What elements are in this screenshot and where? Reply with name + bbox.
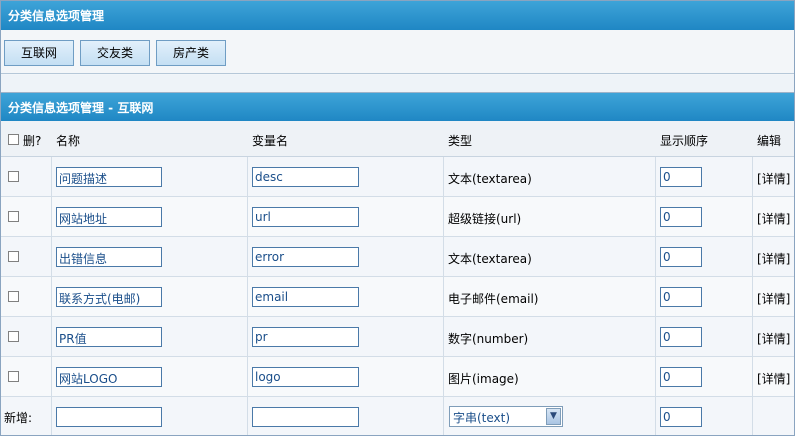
option-var-input[interactable]: logo	[252, 367, 359, 387]
option-order-input[interactable]: 0	[660, 167, 702, 187]
row-delete-checkbox[interactable]	[8, 291, 19, 302]
new-var-input[interactable]	[252, 407, 359, 427]
header-type: 类型	[448, 134, 473, 148]
window-title: 分类信息选项管理	[1, 1, 794, 30]
option-type: 电子邮件(email)	[448, 292, 539, 306]
option-var-input[interactable]: error	[252, 247, 359, 267]
new-name-input[interactable]	[56, 407, 162, 427]
row-delete-checkbox[interactable]	[8, 371, 19, 382]
detail-link[interactable]: [详情]	[757, 170, 790, 187]
tab-dating[interactable]: 交友类	[80, 40, 150, 66]
table-row: PR值 pr 数字(number) 0 [详情]	[1, 317, 794, 357]
detail-link[interactable]: [详情]	[757, 250, 790, 267]
section-title: 分类信息选项管理 - 互联网	[1, 93, 794, 121]
row-delete-checkbox[interactable]	[8, 171, 19, 182]
row-delete-checkbox[interactable]	[8, 251, 19, 262]
option-type: 超级链接(url)	[448, 212, 522, 226]
tab-real-estate[interactable]: 房产类	[156, 40, 226, 66]
table-header: 删? 名称 变量名 类型 显示顺序 编辑	[1, 121, 794, 157]
row-delete-checkbox[interactable]	[8, 331, 19, 342]
header-var-name: 变量名	[252, 134, 289, 148]
table-row: 问题描述 desc 文本(textarea) 0 [详情]	[1, 157, 794, 197]
new-order-input[interactable]: 0	[660, 407, 702, 427]
table-row: 网站LOGO logo 图片(image) 0 [详情]	[1, 357, 794, 397]
detail-link[interactable]: [详情]	[757, 370, 790, 387]
row-delete-checkbox[interactable]	[8, 211, 19, 222]
table-row: 联系方式(电邮) email 电子邮件(email) 0 [详情]	[1, 277, 794, 317]
chevron-down-icon[interactable]: ▼	[546, 408, 561, 425]
option-name-input[interactable]: 出错信息	[56, 247, 162, 267]
option-type: 文本(textarea)	[448, 252, 532, 266]
option-type: 数字(number)	[448, 332, 529, 346]
new-type-select[interactable]: 字串(text) ▼	[449, 406, 563, 427]
options-manager-window: 分类信息选项管理 互联网 交友类 房产类 分类信息选项管理 - 互联网 删? 名…	[0, 0, 795, 436]
table-row: 网站地址 url 超级链接(url) 0 [详情]	[1, 197, 794, 237]
spacer-strip	[1, 75, 794, 93]
category-tabs: 互联网 交友类 房产类	[1, 30, 794, 74]
detail-link[interactable]: [详情]	[757, 330, 790, 347]
new-type-selected: 字串(text)	[453, 411, 511, 425]
option-order-input[interactable]: 0	[660, 247, 702, 267]
option-name-input[interactable]: 网站地址	[56, 207, 162, 227]
option-var-input[interactable]: desc	[252, 167, 359, 187]
header-edit: 编辑	[757, 134, 782, 148]
detail-link[interactable]: [详情]	[757, 290, 790, 307]
header-name: 名称	[56, 134, 81, 148]
new-option-row: 新增: 字串(text) ▼ 0	[1, 397, 794, 435]
option-order-input[interactable]: 0	[660, 287, 702, 307]
option-name-input[interactable]: 问题描述	[56, 167, 162, 187]
detail-link[interactable]: [详情]	[757, 210, 790, 227]
option-order-input[interactable]: 0	[660, 367, 702, 387]
new-row-label: 新增:	[4, 411, 33, 425]
option-name-input[interactable]: 网站LOGO	[56, 367, 162, 387]
header-order: 显示顺序	[660, 134, 709, 148]
option-var-input[interactable]: email	[252, 287, 359, 307]
option-order-input[interactable]: 0	[660, 207, 702, 227]
table-row: 出错信息 error 文本(textarea) 0 [详情]	[1, 237, 794, 277]
option-order-input[interactable]: 0	[660, 327, 702, 347]
option-name-input[interactable]: PR值	[56, 327, 162, 347]
option-type: 文本(textarea)	[448, 172, 532, 186]
option-name-input[interactable]: 联系方式(电邮)	[56, 287, 162, 307]
select-all-checkbox[interactable]	[8, 134, 19, 145]
option-type: 图片(image)	[448, 372, 519, 386]
option-var-input[interactable]: pr	[252, 327, 359, 347]
tab-internet[interactable]: 互联网	[4, 40, 74, 66]
header-delete: 删?	[23, 134, 42, 148]
option-var-input[interactable]: url	[252, 207, 359, 227]
